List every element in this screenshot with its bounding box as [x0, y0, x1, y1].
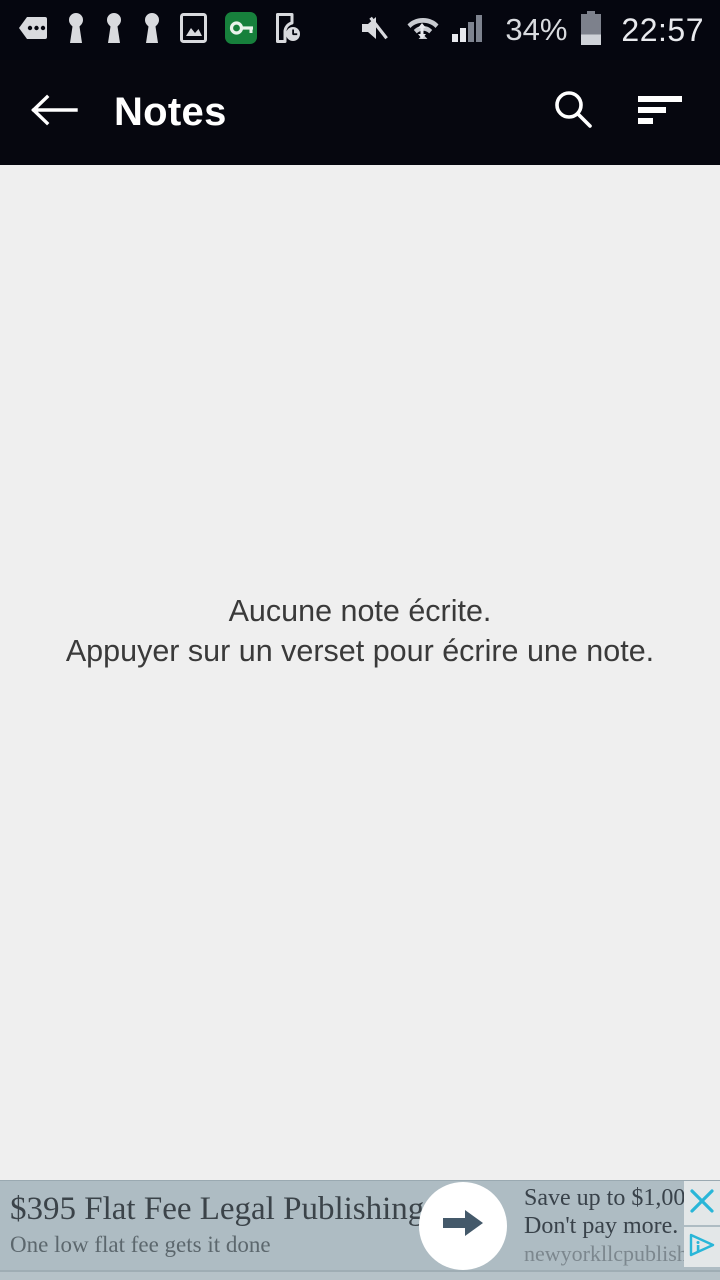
ad-headline: $395 Flat Fee Legal Publishing [10, 1191, 425, 1228]
empty-state-message: Aucune note écrite. Appuyer sur un verse… [0, 592, 720, 671]
search-icon [550, 87, 596, 138]
wifi-icon [407, 14, 439, 47]
phone-clock-icon [275, 12, 301, 48]
app-bar: Notes [0, 60, 720, 179]
battery-icon [580, 10, 602, 50]
status-bar-clock: 22:57 [621, 11, 704, 48]
adchoices-button[interactable] [684, 1227, 720, 1267]
ad-banner[interactable]: $395 Flat Fee Legal Publishing One low f… [0, 1180, 720, 1272]
keyhole-notification-icon-3 [142, 12, 162, 48]
search-button[interactable] [542, 82, 604, 144]
ad-cta-button[interactable] [418, 1181, 508, 1270]
messages-icon [18, 16, 48, 45]
empty-state-line-2: Appuyer sur un verset pour écrire une no… [65, 633, 655, 668]
page-title: Notes [114, 90, 227, 134]
status-bar-system-icons: 34% 22:57 [360, 10, 704, 50]
adchoices-icon [689, 1233, 715, 1262]
close-icon [689, 1188, 715, 1219]
notes-content-area: Aucune note écrite. Appuyer sur un verse… [0, 165, 720, 1180]
status-bar: 34% 22:57 [0, 0, 720, 60]
sort-button[interactable] [630, 82, 692, 144]
key-icon [225, 11, 257, 49]
cellular-signal-icon [452, 14, 486, 47]
arrow-right-icon [439, 1203, 487, 1248]
bottom-strip [0, 1272, 720, 1280]
mute-icon [360, 14, 394, 47]
keyhole-notification-icon-1 [66, 12, 86, 48]
phone-screen: 34% 22:57 Notes Aucune note écrite. Appu… [0, 0, 720, 1280]
image-icon [180, 12, 207, 48]
ad-cta-circle [419, 1181, 507, 1270]
keyhole-notification-icon-2 [104, 12, 124, 48]
ad-text-block: $395 Flat Fee Legal Publishing One low f… [0, 1191, 425, 1258]
back-button[interactable] [26, 85, 82, 141]
ad-subtext: One low flat fee gets it done [10, 1232, 271, 1258]
empty-state-line-1: Aucune note écrite. [228, 593, 492, 628]
battery-percent-label: 34% [505, 12, 568, 47]
close-button[interactable] [684, 1181, 720, 1225]
status-bar-notification-icons [18, 11, 360, 49]
arrow-left-icon [30, 90, 78, 135]
sort-icon [638, 93, 684, 132]
ad-controls [684, 1181, 720, 1270]
